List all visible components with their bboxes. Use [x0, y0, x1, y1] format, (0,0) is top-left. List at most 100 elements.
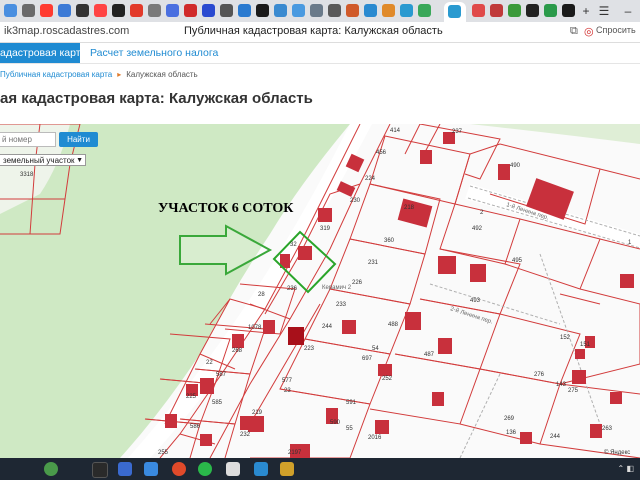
lot-number: 414: [390, 128, 401, 134]
whatsapp-icon[interactable]: [198, 462, 212, 476]
lot-number: 488: [388, 322, 399, 328]
copy-icon[interactable]: ⧉: [570, 25, 578, 38]
tab-favicon[interactable]: [184, 4, 197, 17]
find-button[interactable]: Найти: [59, 132, 98, 147]
lot-number: 230: [350, 198, 361, 204]
tab-favicon[interactable]: [22, 4, 35, 17]
lot-number: 244: [550, 434, 561, 440]
tab-land-tax[interactable]: Расчет земельного налога: [90, 43, 218, 63]
lot-number: 697: [362, 356, 373, 362]
tab-favicon[interactable]: [490, 4, 503, 17]
cadastral-map[interactable]: УЧАСТОК 6 СОТОК 414 456 237 224 230 218 …: [0, 124, 640, 458]
lot-number: 275: [568, 388, 579, 394]
lot-number: 143: [556, 382, 567, 388]
lot-number: 456: [376, 150, 387, 156]
tab-favicon[interactable]: [508, 4, 521, 17]
lot-number: 22: [206, 360, 213, 366]
lot-number: 269: [504, 416, 515, 422]
tab-favicon[interactable]: [58, 4, 71, 17]
minimize-icon[interactable]: –: [620, 3, 636, 19]
browser-icon[interactable]: [172, 462, 186, 476]
taskbar-app-icon[interactable]: [280, 462, 294, 476]
tab-favicon[interactable]: [4, 4, 17, 17]
tab-list-icon[interactable]: ☰: [596, 3, 612, 19]
tab-favicon[interactable]: [94, 4, 107, 17]
tab-favicon[interactable]: [562, 4, 575, 17]
active-tab[interactable]: [444, 2, 466, 22]
taskbar-app-icon[interactable]: [144, 462, 158, 476]
tab-favicon[interactable]: [202, 4, 215, 17]
address-bar: ik3map.roscadastres.com Публичная кадаст…: [0, 22, 640, 43]
lot-number: 590: [330, 420, 341, 426]
lot-number: 591: [346, 400, 357, 406]
lot-number: 252: [382, 376, 393, 382]
tab-favicon[interactable]: [472, 4, 485, 17]
tab-favicon[interactable]: [256, 4, 269, 17]
tab-favicon[interactable]: [544, 4, 557, 17]
lot-number: 2016: [368, 435, 382, 441]
new-tab-icon[interactable]: +: [578, 3, 594, 19]
lot-number: 487: [424, 352, 435, 358]
tab-favicon[interactable]: [418, 4, 431, 17]
tab-favicon[interactable]: [292, 4, 305, 17]
lot-number: 236: [287, 286, 298, 292]
tab-cadastral-map[interactable]: адастровая карта: [0, 43, 80, 63]
lot-number: 237: [452, 129, 463, 135]
url-field[interactable]: ik3map.roscadastres.com: [4, 25, 129, 37]
lot-number: 232: [240, 432, 251, 438]
tab-favicon[interactable]: [130, 4, 143, 17]
lot-number: 3318: [20, 172, 34, 178]
lot-number: 225: [186, 394, 197, 400]
browser-tab-strip: + ☰ –: [0, 0, 640, 22]
lot-number: 231: [368, 260, 379, 266]
lot-number: 360: [384, 238, 395, 244]
lot-number: 490: [510, 163, 521, 169]
tab-favicon[interactable]: [112, 4, 125, 17]
lot-number: 495: [512, 258, 523, 264]
tab-favicon[interactable]: [76, 4, 89, 17]
taskbar: ⌃ ◧: [0, 458, 640, 480]
taskbar-app-icon[interactable]: [92, 462, 108, 478]
lot-number: 28: [258, 292, 265, 298]
cadastral-number-input[interactable]: [0, 132, 56, 147]
ask-icon[interactable]: ◎: [584, 25, 594, 38]
chevron-down-icon: ▼: [76, 157, 83, 164]
taskbar-app-icon[interactable]: [118, 462, 132, 476]
breadcrumb-current: Калужская область: [126, 70, 198, 79]
tab-favicon[interactable]: [364, 4, 377, 17]
lot-number: 276: [534, 372, 545, 378]
yandex-attribution: © Яндекс: [604, 449, 630, 456]
tab-favicon[interactable]: [526, 4, 539, 17]
lot-number: 493: [470, 298, 481, 304]
lot-number: 319: [320, 226, 331, 232]
lot-number: 223: [304, 346, 315, 352]
tab-favicon[interactable]: [346, 4, 359, 17]
tab-favicon[interactable]: [328, 4, 341, 17]
lot-number: 244: [322, 324, 333, 330]
lot-number: 233: [336, 302, 347, 308]
tab-favicon[interactable]: [40, 4, 53, 17]
taskbar-app-icon[interactable]: [226, 462, 240, 476]
lot-number: 55: [346, 426, 353, 432]
lot-number: 23: [284, 388, 291, 394]
taskbar-app-icon[interactable]: [254, 462, 268, 476]
breadcrumb-link[interactable]: Публичная кадастровая карта: [0, 70, 112, 79]
tab-favicon[interactable]: [274, 4, 287, 17]
tab-favicon[interactable]: [166, 4, 179, 17]
tab-favicon[interactable]: [220, 4, 233, 17]
lot-number: 218: [404, 205, 415, 211]
site-navigation: адастровая карта Расчет земельного налог…: [0, 43, 640, 64]
system-tray[interactable]: ⌃ ◧: [618, 464, 634, 473]
object-type-select[interactable]: земельный участок ▼: [0, 154, 86, 166]
ask-button[interactable]: Спросить: [596, 25, 636, 35]
tab-favicon[interactable]: [382, 4, 395, 17]
breadcrumb: Публичная кадастровая карта ▸ Калужская об…: [0, 70, 198, 79]
lot-number: 587: [216, 372, 227, 378]
lot-number: 224: [365, 176, 376, 182]
tab-favicon[interactable]: [238, 4, 251, 17]
tab-favicon[interactable]: [400, 4, 413, 17]
lot-number: 577: [282, 378, 293, 384]
tab-favicon[interactable]: [310, 4, 323, 17]
weather-icon[interactable]: [44, 462, 58, 476]
tab-favicon[interactable]: [148, 4, 161, 17]
